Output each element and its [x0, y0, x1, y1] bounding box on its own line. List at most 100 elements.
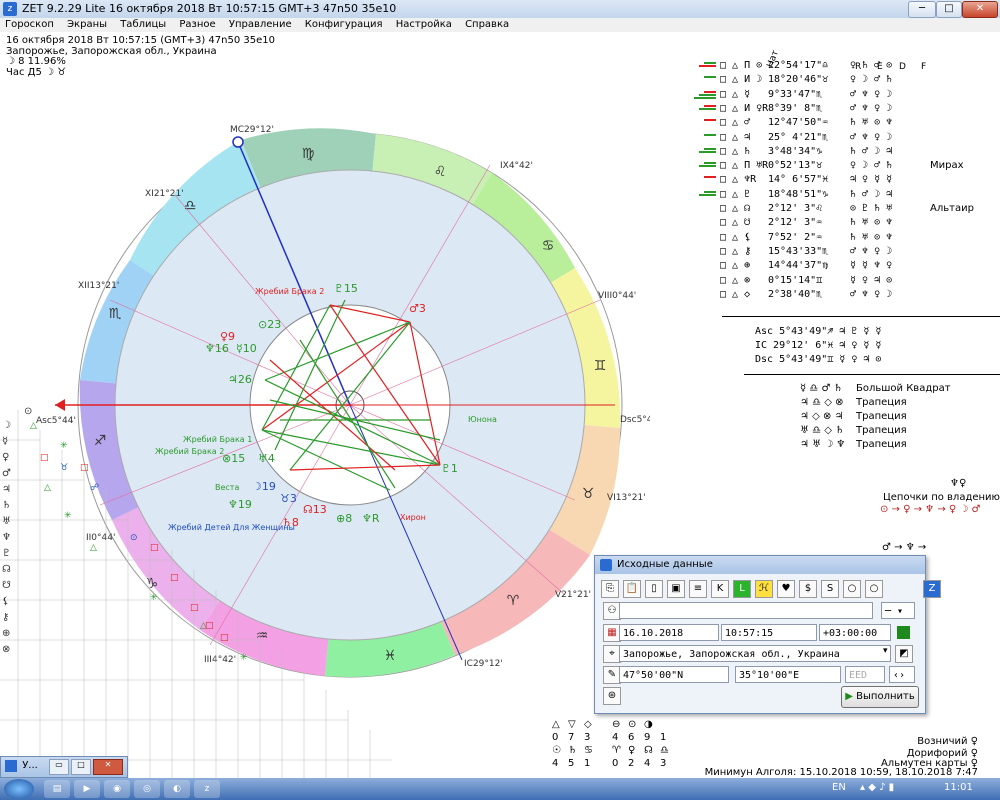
language-indicator[interactable]: EN [832, 782, 846, 793]
taskbar-app-icon[interactable]: ◎ [134, 780, 160, 798]
list-icon[interactable]: ≡ [689, 580, 707, 598]
figure-row[interactable]: ♃ ♎ ◇ ⊗ Трапеция [800, 397, 907, 408]
chains-line1: ♆♀ [950, 478, 967, 489]
menu-config[interactable]: Конфигурация [300, 18, 388, 32]
place-field[interactable]: Запорожье, Запорожская обл., Украина [619, 645, 891, 662]
taskbar-explorer-icon[interactable]: ▤ [44, 780, 70, 798]
cusp-label: IX4°42' [500, 161, 533, 171]
dst-indicator[interactable] [897, 626, 910, 639]
cusp-label: VI13°21' [607, 493, 646, 503]
figure-row[interactable]: ♅ ♎ ◇ ♄ Трапеция [800, 425, 907, 436]
figure-row[interactable]: ☿ ♎ ♂ ♄ Большой Квадрат [800, 383, 951, 394]
timezone-field[interactable]: +03:00:00 [819, 624, 891, 641]
mini-window-title: У... [22, 760, 38, 771]
minimize-button[interactable]: ─ [908, 1, 936, 18]
z-icon[interactable]: Z [923, 580, 941, 598]
svg-text:♀: ♀ [2, 452, 9, 463]
angle-row[interactable]: Asc 5°43'49"♐ ♃ ♇ ☿ ☿ [755, 326, 881, 339]
globe-icon[interactable]: ◩ [895, 645, 913, 663]
chart-datetime: 16 октября 2018 Вт 10:57:15 (GMT+3) 47n5… [6, 35, 275, 46]
planet-position: 15°43'33"♏ [768, 245, 829, 257]
angle-row[interactable]: Dsc 5°43'49"♊ ☿ ♀ ♃ ⊙ [755, 354, 881, 367]
minimized-window[interactable]: У... ▭ □ ✕ [0, 756, 128, 778]
svg-text:⚷: ⚷ [2, 612, 9, 623]
taskbar-app-icon[interactable]: ◉ [104, 780, 130, 798]
menu-horoscope[interactable]: Гороскоп [0, 18, 59, 32]
eed-stepper[interactable]: ‹› [889, 666, 915, 683]
start-button[interactable] [4, 779, 34, 799]
clock[interactable]: 11:01 [944, 782, 973, 793]
eed-field[interactable]: EED [845, 666, 885, 683]
svg-text:♇: ♇ [2, 548, 11, 559]
date-field[interactable]: 16.10.2018 [619, 624, 719, 641]
mini-close-button[interactable]: ✕ [93, 759, 123, 775]
name-field[interactable] [619, 602, 873, 619]
fixed-star: Альтаир [930, 203, 974, 214]
place-dropdown-icon[interactable]: ▾ [883, 646, 888, 656]
planet-rulers: ☿ ☿ ♆ ♀ [850, 260, 893, 272]
menu-screens[interactable]: Экраны [62, 18, 112, 32]
planet-cell: □ △ ◇ [720, 288, 751, 300]
stat-value: 3 [584, 732, 591, 743]
stat-value: 6 [628, 732, 635, 743]
settings-icon[interactable]: ⊛ [603, 687, 621, 705]
latitude-field[interactable]: 47°50'00"N [619, 666, 729, 683]
divider [744, 374, 1000, 375]
chains-title: Цепочки по владению [883, 492, 1000, 503]
menu-help[interactable]: Справка [460, 18, 514, 32]
stat-glyph: ◑ [644, 719, 653, 730]
name-dropdown[interactable]: ─ ▾ [881, 602, 915, 619]
figure-name: Большой Квадрат [856, 383, 951, 394]
planet-cell: □ △ ☊ [720, 203, 751, 214]
planet-position: 12°47'50"♒ [768, 117, 829, 129]
stat-value: 3 [660, 758, 667, 769]
paste-icon[interactable]: 📋 [623, 580, 641, 598]
source-data-dialog[interactable]: Исходные данные ⎘ 📋 ▯ ▣ ≡ K L ℋ ♥ $ S ○ ○ Z ⚇ ─ ▾ ▦ 1… [594, 555, 941, 714]
longitude-field[interactable]: 35°10'00"E [735, 666, 841, 683]
stat-value: 9 [644, 732, 651, 743]
l-icon[interactable]: L [733, 580, 751, 598]
mini-max-button[interactable]: □ [71, 759, 91, 775]
planet-position: 2°12' 3"♌ [768, 203, 823, 214]
planet-rulers: ♂ ♆ ♀ ☽ [850, 288, 893, 300]
execute-button[interactable]: ▶ Выполнить [841, 686, 919, 708]
s-icon[interactable]: S [821, 580, 839, 598]
radio-icon[interactable]: ○ [865, 580, 883, 598]
strength-bars [690, 162, 716, 168]
menu-tables[interactable]: Таблицы [115, 18, 171, 32]
new-icon[interactable]: ▯ [645, 580, 663, 598]
planet-position: 14° 6'57"♓ [768, 174, 829, 186]
dollar-icon[interactable]: $ [799, 580, 817, 598]
stats-row2: 073 4691 [552, 731, 676, 744]
radio-icon[interactable]: ○ [843, 580, 861, 598]
time-field[interactable]: 10:57:15 [721, 624, 817, 641]
angle-row[interactable]: IC 29°12' 6"♓ ♃ ♀ ☿ ☿ [755, 340, 881, 353]
svg-text:♂: ♂ [2, 468, 11, 479]
copy-icon[interactable]: ⎘ [601, 580, 619, 598]
maximize-button[interactable]: □ [936, 1, 962, 18]
cusp-label: XII13°21' [78, 281, 119, 291]
taskbar-browser-icon[interactable]: ◐ [164, 780, 190, 798]
strength-bars [690, 62, 716, 68]
tray-icons[interactable]: ▴ ◆ ♪ ▮ [860, 782, 894, 793]
figure-row[interactable]: ♃ ◇ ⊗ ♃ Трапеция [800, 411, 907, 422]
script-icon[interactable]: ℋ [755, 580, 773, 598]
k-icon[interactable]: K [711, 580, 729, 598]
stat-value: 4 [552, 758, 559, 769]
stat-value: 4 [644, 758, 651, 769]
dialog-title-bar[interactable]: Исходные данные [595, 556, 925, 574]
stat-glyph: ☉ [552, 745, 561, 756]
save-icon[interactable]: ▣ [667, 580, 685, 598]
taskbar-zet-icon[interactable]: z [194, 780, 220, 798]
heart-icon[interactable]: ♥ [777, 580, 795, 598]
taskbar-media-icon[interactable]: ▶ [74, 780, 100, 798]
menu-control[interactable]: Управление [224, 18, 297, 32]
mini-restore-button[interactable]: ▭ [49, 759, 69, 775]
stats-row1: △ ▽ ◇ ⊖ ⊙ ◑ [552, 718, 676, 731]
menu-misc[interactable]: Разное [174, 18, 220, 32]
menu-settings[interactable]: Настройка [391, 18, 457, 32]
figure-row[interactable]: ♃ ♅ ☽ ♆ Трапеция [800, 439, 907, 450]
svg-text:☋: ☋ [2, 580, 11, 591]
planet-rulers: ♂ ♆ ♀ ☽ [850, 245, 893, 257]
close-button[interactable]: ✕ [962, 1, 998, 18]
